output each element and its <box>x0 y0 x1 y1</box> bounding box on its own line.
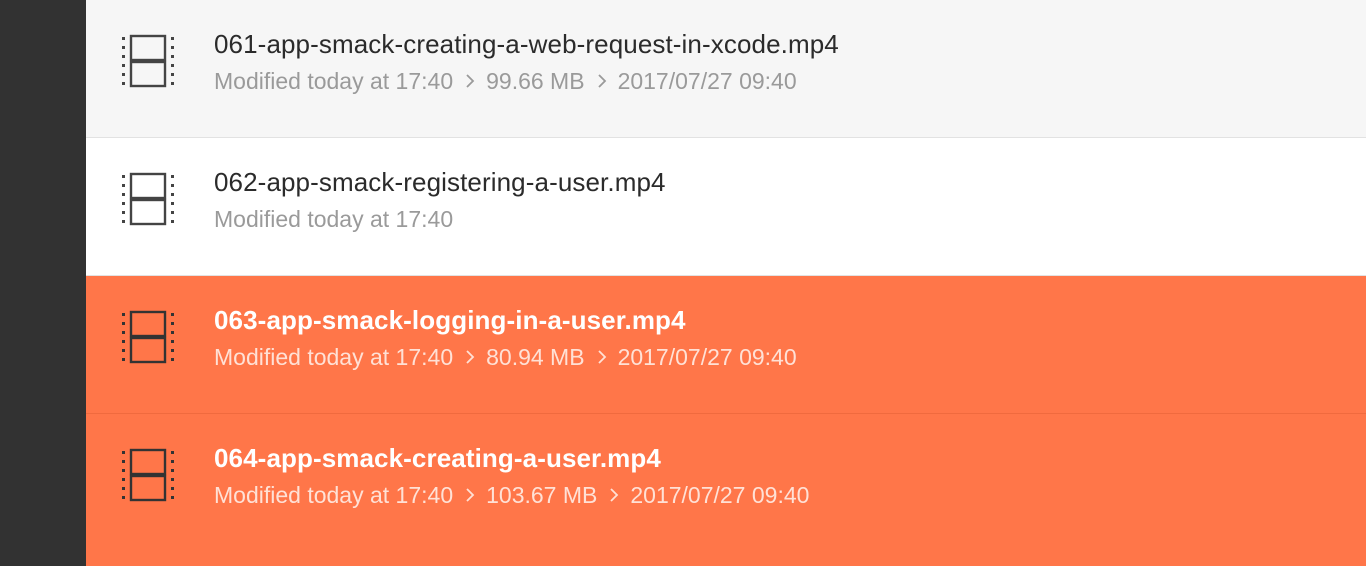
file-name: 062-app-smack-registering-a-user.mp4 <box>214 167 666 197</box>
list-item[interactable]: 061-app-smack-creating-a-web-request-in-… <box>86 0 1366 138</box>
modified-text: Modified today at 17:40 <box>214 482 454 508</box>
video-file-icon <box>122 172 174 226</box>
file-size: 80.94 MB <box>486 344 585 370</box>
list-item[interactable] <box>86 544 1366 566</box>
chevron-right-icon <box>466 74 475 88</box>
file-date: 2017/07/27 09:40 <box>630 482 810 508</box>
chevron-right-icon <box>597 74 606 88</box>
file-meta: Modified today at 17:40 99.66 MB 2017/07… <box>214 67 1346 95</box>
file-size: 99.66 MB <box>486 68 585 94</box>
file-text: 064-app-smack-creating-a-user.mp4 Modifi… <box>214 441 1346 509</box>
file-text: 061-app-smack-creating-a-web-request-in-… <box>214 27 1346 95</box>
modified-text: Modified today at 17:40 <box>214 206 454 232</box>
file-meta: Modified today at 17:40 80.94 MB 2017/07… <box>214 343 1346 371</box>
list-item[interactable]: 064-app-smack-creating-a-user.mp4 Modifi… <box>86 414 1366 552</box>
video-file-icon <box>122 34 174 88</box>
file-browser: 061-app-smack-creating-a-web-request-in-… <box>0 0 1366 566</box>
chevron-right-icon <box>466 350 475 364</box>
list-item[interactable]: 062-app-smack-registering-a-user.mp4 Mod… <box>86 138 1366 276</box>
file-size: 103.67 MB <box>486 482 598 508</box>
modified-text: Modified today at 17:40 <box>214 344 454 370</box>
file-name: 063-app-smack-logging-in-a-user.mp4 <box>214 305 686 335</box>
chevron-right-icon <box>597 350 606 364</box>
chevron-right-icon <box>610 488 619 502</box>
file-name: 061-app-smack-creating-a-web-request-in-… <box>214 29 839 59</box>
file-meta: Modified today at 17:40 103.67 MB 2017/0… <box>214 481 1346 509</box>
video-file-icon <box>122 448 174 502</box>
video-file-icon <box>122 310 174 364</box>
sidebar <box>0 0 86 566</box>
modified-text: Modified today at 17:40 <box>214 68 454 94</box>
file-text: 062-app-smack-registering-a-user.mp4 Mod… <box>214 165 1346 233</box>
file-meta: Modified today at 17:40 <box>214 205 1346 233</box>
file-list: 061-app-smack-creating-a-web-request-in-… <box>86 0 1366 566</box>
file-name: 064-app-smack-creating-a-user.mp4 <box>214 443 661 473</box>
file-text: 063-app-smack-logging-in-a-user.mp4 Modi… <box>214 303 1346 371</box>
chevron-right-icon <box>466 488 475 502</box>
list-item[interactable]: 063-app-smack-logging-in-a-user.mp4 Modi… <box>86 276 1366 414</box>
file-date: 2017/07/27 09:40 <box>617 68 797 94</box>
file-date: 2017/07/27 09:40 <box>617 344 797 370</box>
